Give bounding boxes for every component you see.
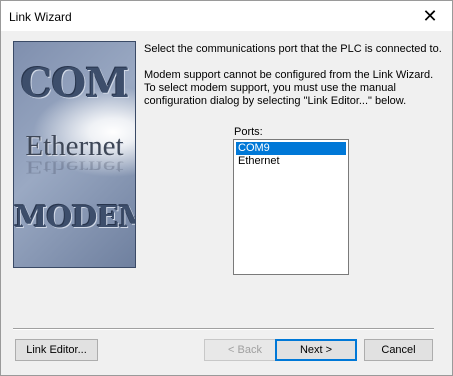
ports-listbox[interactable]: COM9 Ethernet bbox=[233, 139, 349, 275]
window-title: Link Wizard bbox=[9, 10, 72, 24]
next-button[interactable]: Next > bbox=[275, 339, 357, 361]
instruction-text: Select the communications port that the … bbox=[144, 43, 442, 55]
title-bar: Link Wizard ✕ bbox=[1, 1, 452, 31]
link-editor-button[interactable]: Link Editor... bbox=[15, 339, 98, 361]
side-image-modem-text: MODEM bbox=[14, 200, 135, 235]
modem-note-line: configuration dialog by selecting "Link … bbox=[144, 95, 407, 107]
close-button[interactable]: ✕ bbox=[408, 1, 452, 31]
back-button[interactable]: < Back bbox=[204, 339, 286, 361]
cancel-button[interactable]: Cancel bbox=[364, 339, 433, 361]
modem-note-line: To select modem support, you must use th… bbox=[144, 82, 396, 94]
modem-note: Modem support cannot be configured from … bbox=[144, 69, 444, 108]
side-image-ethernet-text: Ethernet bbox=[25, 130, 124, 162]
wizard-side-image: COM Ethernet Ethernet MODEM bbox=[13, 41, 136, 268]
link-wizard-dialog: Link Wizard ✕ COM Ethernet Ethernet MODE… bbox=[0, 0, 453, 376]
separator bbox=[13, 328, 434, 330]
ports-label: Ports: bbox=[234, 126, 263, 138]
modem-note-line: Modem support cannot be configured from … bbox=[144, 69, 434, 81]
side-image-com-text: COM bbox=[20, 60, 130, 107]
close-icon: ✕ bbox=[422, 5, 438, 26]
port-item-ethernet[interactable]: Ethernet bbox=[236, 155, 346, 168]
port-item-com9[interactable]: COM9 bbox=[236, 142, 346, 155]
